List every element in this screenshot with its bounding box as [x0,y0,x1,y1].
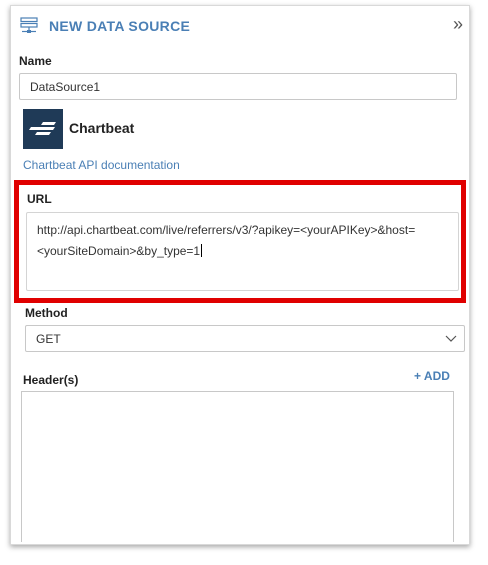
api-documentation-link[interactable]: Chartbeat API documentation [23,158,180,172]
method-select[interactable]: GET [25,325,465,352]
panel-title: NEW DATA SOURCE [49,18,191,34]
data-source-icon [20,17,38,33]
name-input[interactable]: DataSource1 [19,73,457,100]
method-selected-value: GET [36,332,61,346]
chevron-down-icon [445,335,457,342]
url-line-1: http://api.chartbeat.com/live/referrers/… [37,223,416,237]
headers-list[interactable] [21,391,454,542]
chartbeat-logo-glyph [29,122,56,135]
method-label: Method [25,306,68,320]
headers-label: Header(s) [23,373,79,387]
provider-name: Chartbeat [69,120,135,136]
plus-icon: + [414,369,422,383]
url-textarea[interactable]: http://api.chartbeat.com/live/referrers/… [26,212,459,291]
add-header-button[interactable]: + ADD [414,369,450,383]
name-label: Name [19,54,52,68]
text-cursor [201,244,203,257]
url-highlight-frame: URL http://api.chartbeat.com/live/referr… [14,180,466,303]
url-line-2: <yourSiteDomain>&by_type=1 [37,244,201,258]
collapse-icon[interactable]: » [453,15,463,33]
add-label: ADD [423,369,450,383]
panel-header: NEW DATA SOURCE » [11,6,469,46]
chartbeat-logo [23,109,63,149]
new-data-source-panel: NEW DATA SOURCE » Name DataSource1 Chart… [10,5,470,545]
url-label: URL [27,192,52,206]
